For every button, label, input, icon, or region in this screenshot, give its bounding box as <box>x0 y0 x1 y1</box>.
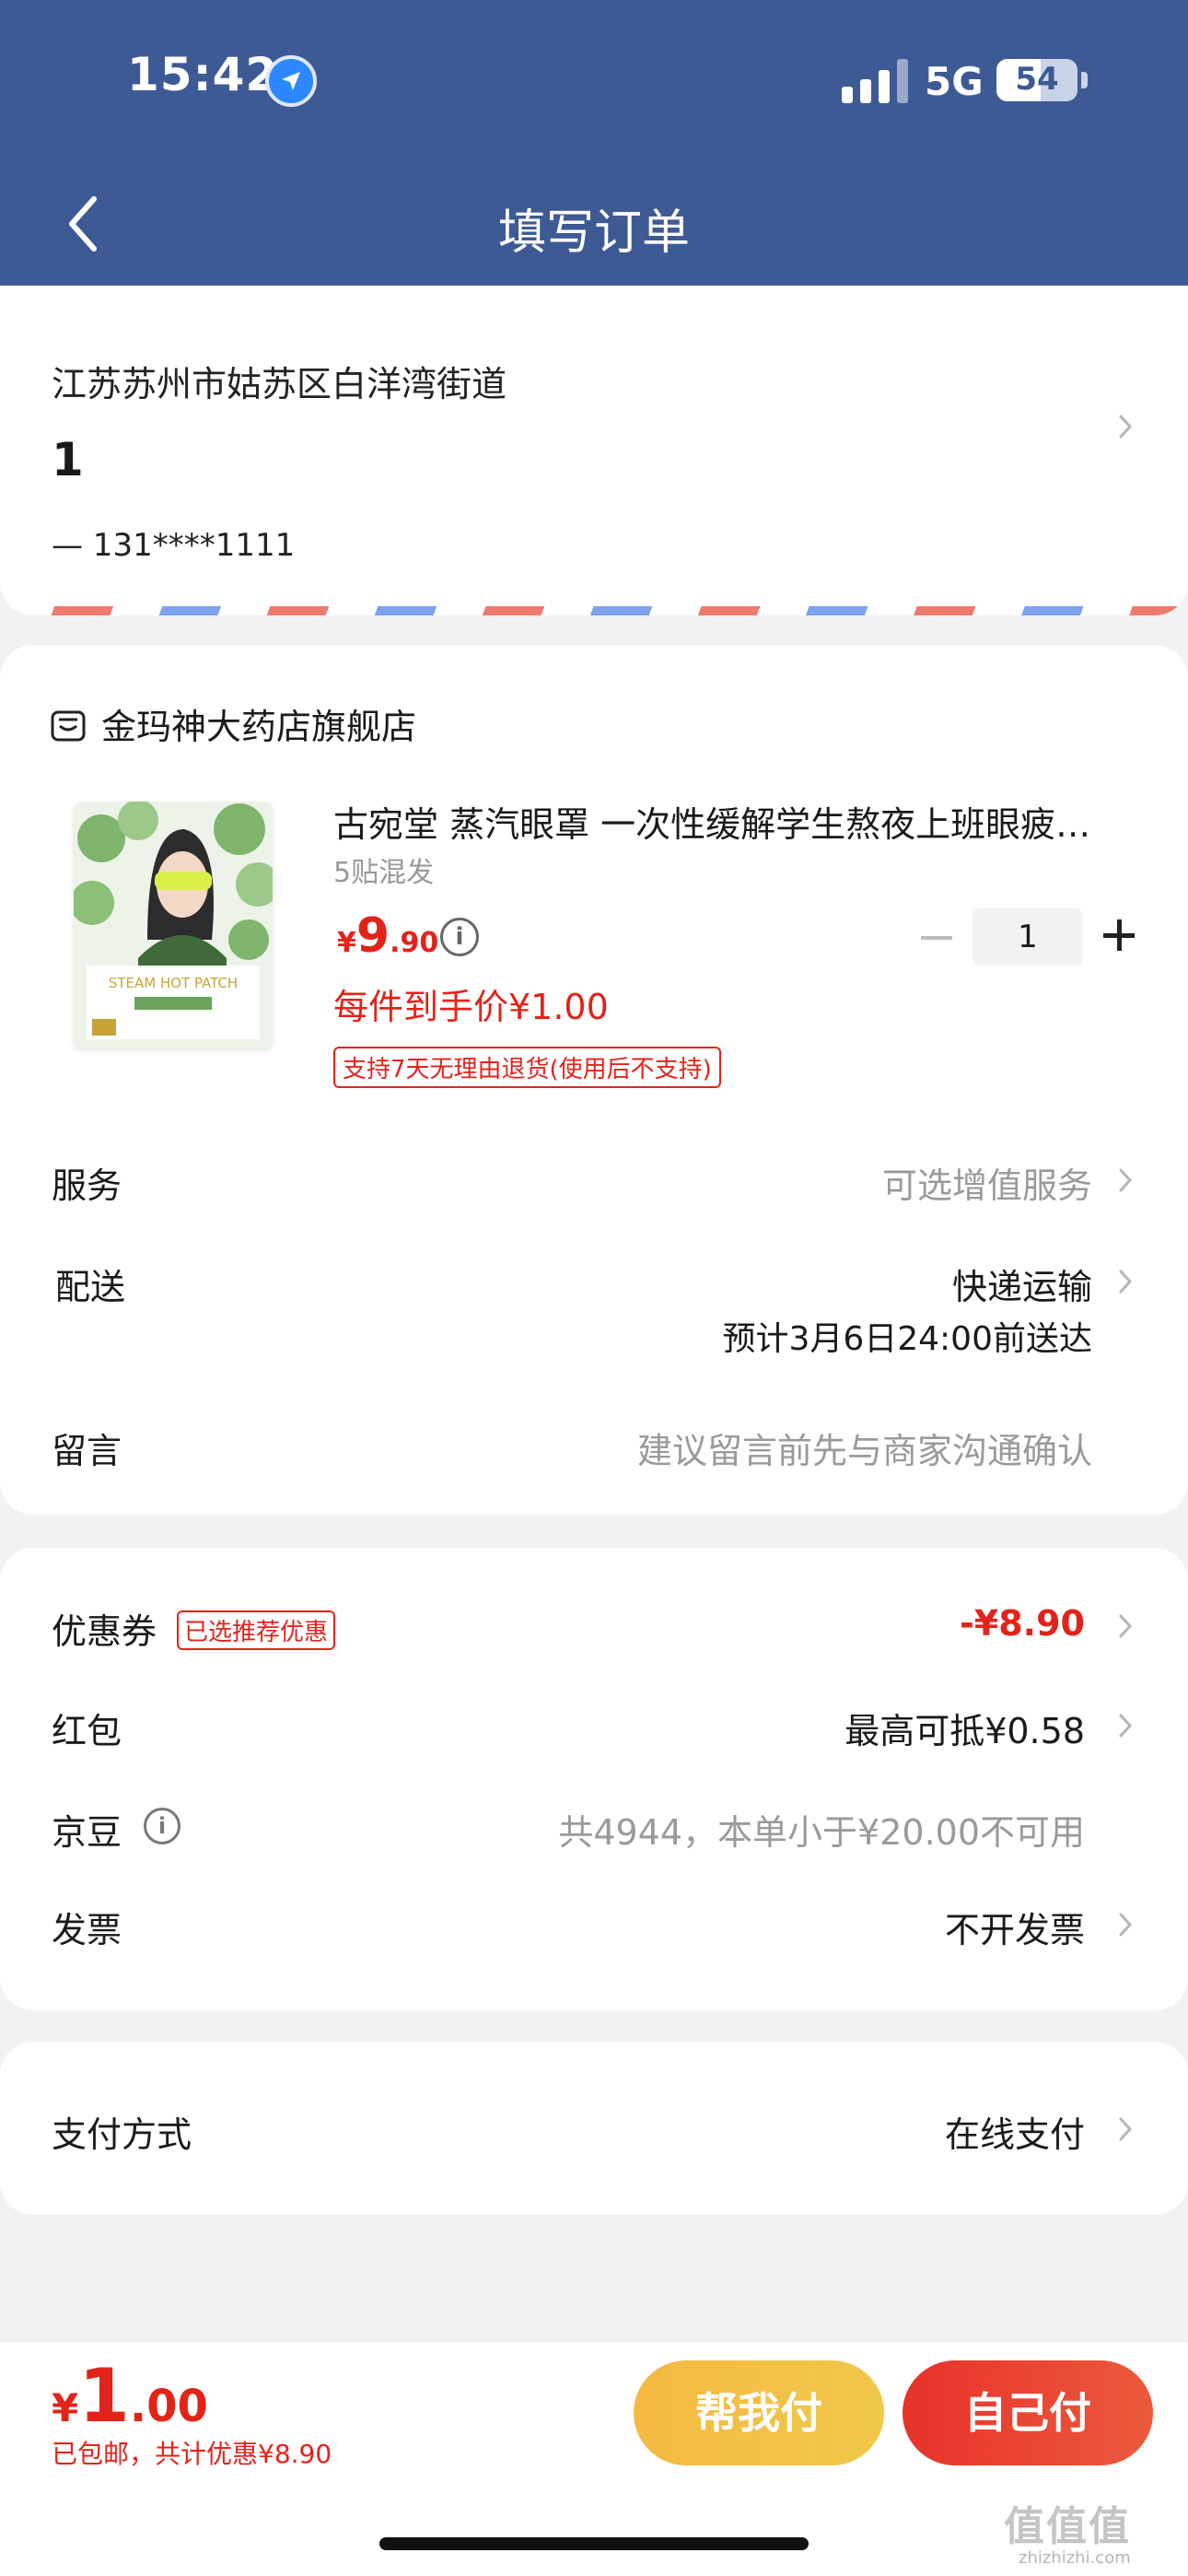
help-pay-button[interactable]: 帮我付 <box>634 2360 884 2465</box>
page-title: 填写订单 <box>497 205 690 261</box>
watermark: 值值值 <box>1004 2503 1131 2550</box>
signal-icon <box>842 59 910 103</box>
payment-label: 支付方式 <box>52 2114 192 2155</box>
watermark-url: zhizhizhi.com <box>1019 2548 1131 2568</box>
chevron-right-icon <box>1116 1712 1135 1739</box>
status-time: 15:42 <box>127 48 279 101</box>
battery-level: 54 <box>1015 61 1059 98</box>
price-info-icon[interactable]: i <box>440 918 479 956</box>
delivery-value[interactable]: 快递运输 <box>952 1259 1092 1309</box>
increase-quantity-button[interactable] <box>1103 919 1135 951</box>
product-image[interactable]: STEAM HOT PATCH <box>74 802 273 1048</box>
svg-text:STEAM HOT PATCH: STEAM HOT PATCH <box>109 975 238 991</box>
quantity-input[interactable]: 1 <box>973 908 1083 966</box>
service-value[interactable]: 可选增值服务 <box>882 1157 1092 1208</box>
total-integer: 1 <box>78 2353 130 2439</box>
address-line: 江苏苏州市姑苏区白洋湾街道 <box>52 364 507 404</box>
redpacket-label: 红包 <box>52 1711 122 1751</box>
chevron-right-icon <box>1116 413 1135 440</box>
beans-info-icon[interactable]: i <box>144 1808 181 1844</box>
chevron-right-icon <box>1116 1911 1135 1938</box>
order-item-card: 金玛神大药店旗舰店 STEAM HOT PATCH 古宛堂 蒸汽眼罩 一次性缓解… <box>0 645 1188 1515</box>
product-price: ¥9.90 <box>337 908 438 964</box>
coupon-label: 优惠券 <box>52 1611 157 1652</box>
delivery-label: 配送 <box>55 1267 126 1307</box>
location-arrow-icon <box>265 55 317 107</box>
store-name[interactable]: 金玛神大药店旗舰店 <box>101 698 416 749</box>
total-price: ¥1.00 <box>52 2353 208 2439</box>
payment-method-card[interactable]: 支付方式 在线支付 <box>0 2042 1188 2215</box>
price-symbol: ¥ <box>337 927 356 959</box>
recipient-name: 1 <box>52 433 84 486</box>
self-pay-button[interactable]: 自己付 <box>903 2360 1153 2465</box>
store-icon <box>50 708 87 744</box>
battery-icon: 54 <box>996 59 1077 101</box>
message-input[interactable]: 建议留言前先与商家沟通确认 <box>637 1423 1092 1473</box>
recommended-coupon-tag: 已选推荐优惠 <box>177 1610 336 1650</box>
unit-price: 每件到手价¥1.00 <box>333 987 609 1027</box>
service-label: 服务 <box>52 1165 122 1206</box>
total-symbol: ¥ <box>52 2385 79 2430</box>
network-type: 5G <box>925 59 984 104</box>
invoice-label: 发票 <box>52 1910 122 1950</box>
decrease-quantity-button[interactable] <box>921 936 952 940</box>
beans-label: 京豆 <box>52 1812 122 1853</box>
product-title[interactable]: 古宛堂 蒸汽眼罩 一次性缓解学生熬夜上班眼疲… <box>333 796 1131 847</box>
airmail-border <box>0 606 1188 615</box>
header-bar: 15:42 5G 54 填写订单 <box>0 0 1188 286</box>
total-decimal: .00 <box>129 2381 208 2432</box>
price-integer: 9 <box>355 908 390 964</box>
chevron-right-icon <box>1116 1612 1135 1640</box>
discounts-card: 优惠券 已选推荐优惠 -¥8.90 红包 最高可抵¥0.58 京豆 i 共494… <box>0 1548 1188 2010</box>
chevron-right-icon <box>1116 2115 1135 2143</box>
message-label: 留言 <box>52 1431 122 1471</box>
address-card[interactable]: 江苏苏州市姑苏区白洋湾街道 1 — 131****1111 <box>0 286 1188 615</box>
chevron-right-icon <box>1116 1166 1135 1194</box>
recipient-phone: — 131****1111 <box>52 527 296 564</box>
total-discount-note: 已包邮，共计优惠¥8.90 <box>52 2439 332 2469</box>
chevron-right-icon <box>1116 1268 1135 1295</box>
payment-value[interactable]: 在线支付 <box>945 2106 1085 2157</box>
delivery-eta: 预计3月6日24:00前送达 <box>722 1320 1092 1358</box>
return-policy-tag: 支持7天无理由退货(使用后不支持) <box>333 1047 721 1088</box>
redpacket-value[interactable]: 最高可抵¥0.58 <box>844 1703 1085 1753</box>
invoice-value[interactable]: 不开发票 <box>945 1902 1085 1952</box>
product-spec: 5贴混发 <box>333 857 435 889</box>
beans-value: 共4944，本单小于¥20.00不可用 <box>558 1812 1085 1853</box>
coupon-value[interactable]: -¥8.90 <box>960 1603 1085 1644</box>
battery-tip <box>1081 72 1088 88</box>
price-decimal: .90 <box>390 927 439 959</box>
home-indicator[interactable] <box>379 2537 809 2550</box>
